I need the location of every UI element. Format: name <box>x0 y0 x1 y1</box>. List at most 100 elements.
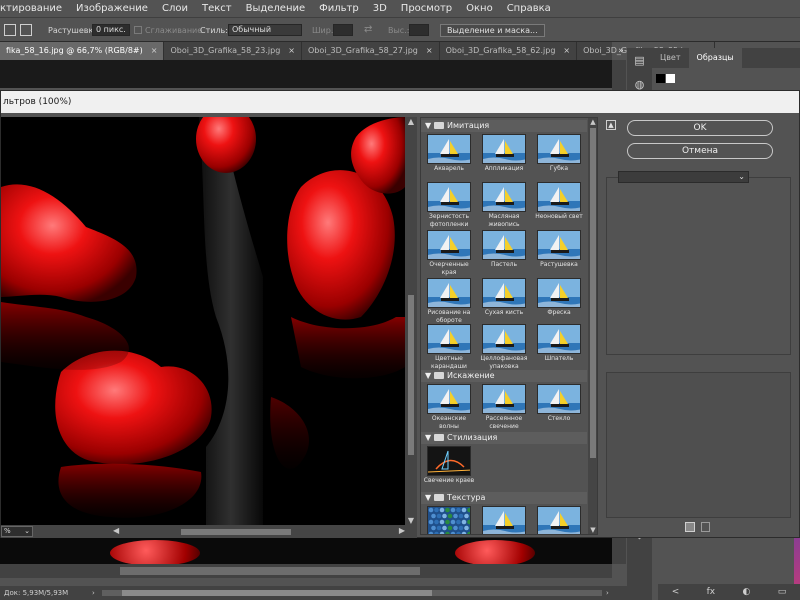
filter-thumbnail <box>482 278 526 308</box>
scroll-thumb[interactable] <box>120 567 420 575</box>
arrow-up-icon[interactable]: ▲ <box>405 117 417 126</box>
preview-horizontal-scrollbar[interactable]: ◀ ▶ <box>113 526 405 536</box>
chevron-left-icon[interactable]: < <box>672 584 680 600</box>
filter-item[interactable]: Шпатель <box>533 324 585 363</box>
style-select[interactable]: Обычный <box>228 24 302 36</box>
collapse-icon[interactable]: ▲ <box>606 120 616 130</box>
triangle-down-icon[interactable]: ▼ <box>425 370 433 382</box>
menu-image[interactable]: Изображение <box>69 3 155 14</box>
triangle-down-icon[interactable]: ▼ <box>425 492 433 504</box>
feather-input[interactable]: 0 пикс. <box>92 24 130 36</box>
filter-item[interactable] <box>423 506 475 534</box>
fx-icon[interactable]: fx <box>707 584 716 600</box>
menu-layers[interactable]: Слои <box>155 3 195 14</box>
filter-item[interactable]: Масляная живопись <box>478 182 530 229</box>
scroll-thumb[interactable] <box>408 295 414 455</box>
document-horizontal-scrollbar[interactable] <box>0 564 612 578</box>
mask-icon[interactable]: ▭ <box>778 584 787 600</box>
filter-item[interactable]: Растушевка <box>533 230 585 269</box>
close-icon[interactable]: × <box>151 42 158 60</box>
triangle-down-icon[interactable]: ▼ <box>425 120 433 132</box>
folder-icon <box>434 434 444 441</box>
preview-vertical-scrollbar[interactable]: ▲ ▼ <box>405 117 417 525</box>
selection-add-icon[interactable] <box>20 24 32 36</box>
arrow-down-icon[interactable]: ▼ <box>405 516 417 525</box>
swatch[interactable] <box>656 74 665 83</box>
filter-item[interactable]: Пастель <box>478 230 530 269</box>
filter-item[interactable]: Губка <box>533 134 585 173</box>
tab-label: Oboi_3D_Grafika_58_62.jpg <box>445 46 556 55</box>
status-arrow-right-icon[interactable]: › <box>606 586 609 600</box>
new-effect-layer-icon[interactable] <box>685 522 695 532</box>
ok-button[interactable]: OK <box>627 120 773 136</box>
close-icon[interactable]: × <box>288 42 295 60</box>
filter-select[interactable]: ⌄ <box>618 171 749 183</box>
gallery-scrollbar[interactable]: ▲ ▼ <box>588 118 597 534</box>
menu-edit[interactable]: ктирование <box>0 3 69 14</box>
menu-window[interactable]: Окно <box>459 3 500 14</box>
filter-item[interactable]: Цветные карандаши <box>423 324 475 371</box>
tab-swatches[interactable]: Образцы <box>688 48 742 68</box>
arrow-up-icon[interactable]: ▲ <box>588 118 597 126</box>
antialias-checkbox[interactable] <box>134 26 142 34</box>
zoom-select[interactable]: % ⌄ <box>1 526 33 537</box>
scroll-thumb[interactable] <box>181 529 291 535</box>
select-and-mask-button[interactable]: Выделение и маска... <box>440 24 545 37</box>
trash-icon[interactable] <box>701 522 710 532</box>
tab-color[interactable]: Цвет <box>652 48 689 68</box>
filter-item[interactable]: Целлофановая упаковка <box>478 324 530 371</box>
filter-item[interactable]: Рассеянное свечение <box>478 384 530 431</box>
menu-help[interactable]: Справка <box>500 3 558 14</box>
close-icon[interactable]: × <box>563 42 570 60</box>
doc-size-info: Док: 5,93M/5,93M <box>4 589 69 597</box>
menu-type[interactable]: Текст <box>195 3 239 14</box>
filter-item[interactable] <box>478 506 530 534</box>
status-scroll-thumb[interactable] <box>122 590 432 596</box>
filter-item[interactable]: Фреска <box>533 278 585 317</box>
width-input[interactable] <box>333 24 353 36</box>
menu-3d[interactable]: 3D <box>366 3 394 14</box>
panel-toggle-icon[interactable]: ▤ <box>633 54 646 67</box>
close-icon[interactable]: × <box>426 42 433 60</box>
tab-document[interactable]: Oboi_3D_Grafika_58_62.jpg × <box>440 42 578 60</box>
menu-filter[interactable]: Фильтр <box>312 3 366 14</box>
category-header[interactable]: ▼ Имитация <box>421 120 587 132</box>
menu-view[interactable]: Просмотр <box>394 3 459 14</box>
filter-item[interactable]: Неоновый свет <box>533 182 585 221</box>
chevron-down-icon[interactable]: ⌄ <box>24 527 30 536</box>
status-menu-icon[interactable]: › <box>92 586 95 600</box>
filter-item[interactable]: Аппликация <box>478 134 530 173</box>
selection-new-icon[interactable] <box>4 24 16 36</box>
tab-document-active[interactable]: fika_58_16.jpg @ 66,7% (RGB/8#) × <box>0 42 165 60</box>
menu-select[interactable]: Выделение <box>239 3 313 14</box>
category-header[interactable]: ▼ Стилизация <box>421 432 587 444</box>
adjustment-icon[interactable]: ◐ <box>743 584 751 600</box>
filter-item[interactable]: Свечение краев <box>423 446 475 485</box>
filter-item[interactable] <box>533 506 585 534</box>
chevron-down-icon[interactable]: ⌄ <box>738 172 745 182</box>
arrow-down-icon[interactable]: ▼ <box>588 526 597 534</box>
filter-item[interactable]: Зернистость фотопленки <box>423 182 475 229</box>
filter-item[interactable]: Сухая кисть <box>478 278 530 317</box>
filter-label: Сухая кисть <box>484 309 524 316</box>
triangle-down-icon[interactable]: ▼ <box>425 432 433 444</box>
filter-thumbnail <box>427 384 471 414</box>
swatch-row <box>656 74 796 84</box>
filter-item[interactable]: Очерченные края <box>423 230 475 277</box>
tab-document[interactable]: Oboi_3D_Grafika_58_27.jpg × <box>302 42 440 60</box>
arrow-left-icon[interactable]: ◀ <box>113 526 119 535</box>
filter-item[interactable]: Океанские волны <box>423 384 475 431</box>
filter-item[interactable]: Акварель <box>423 134 475 173</box>
swap-icon[interactable]: ⇄ <box>364 24 372 35</box>
filter-item[interactable]: Стекло <box>533 384 585 423</box>
category-header[interactable]: ▼ Текстура <box>421 492 587 504</box>
swatch[interactable] <box>666 74 675 83</box>
height-input[interactable] <box>409 24 429 36</box>
category-header[interactable]: ▼ Искажение <box>421 370 587 382</box>
filter-item[interactable]: Рисование на обороте <box>423 278 475 325</box>
scroll-thumb[interactable] <box>590 128 596 458</box>
tab-document[interactable]: Oboi_3D_Grafika_58_23.jpg × <box>164 42 302 60</box>
filter-preview[interactable] <box>1 117 405 525</box>
cancel-button[interactable]: Отмена <box>627 143 773 159</box>
arrow-right-icon[interactable]: ▶ <box>399 526 405 535</box>
